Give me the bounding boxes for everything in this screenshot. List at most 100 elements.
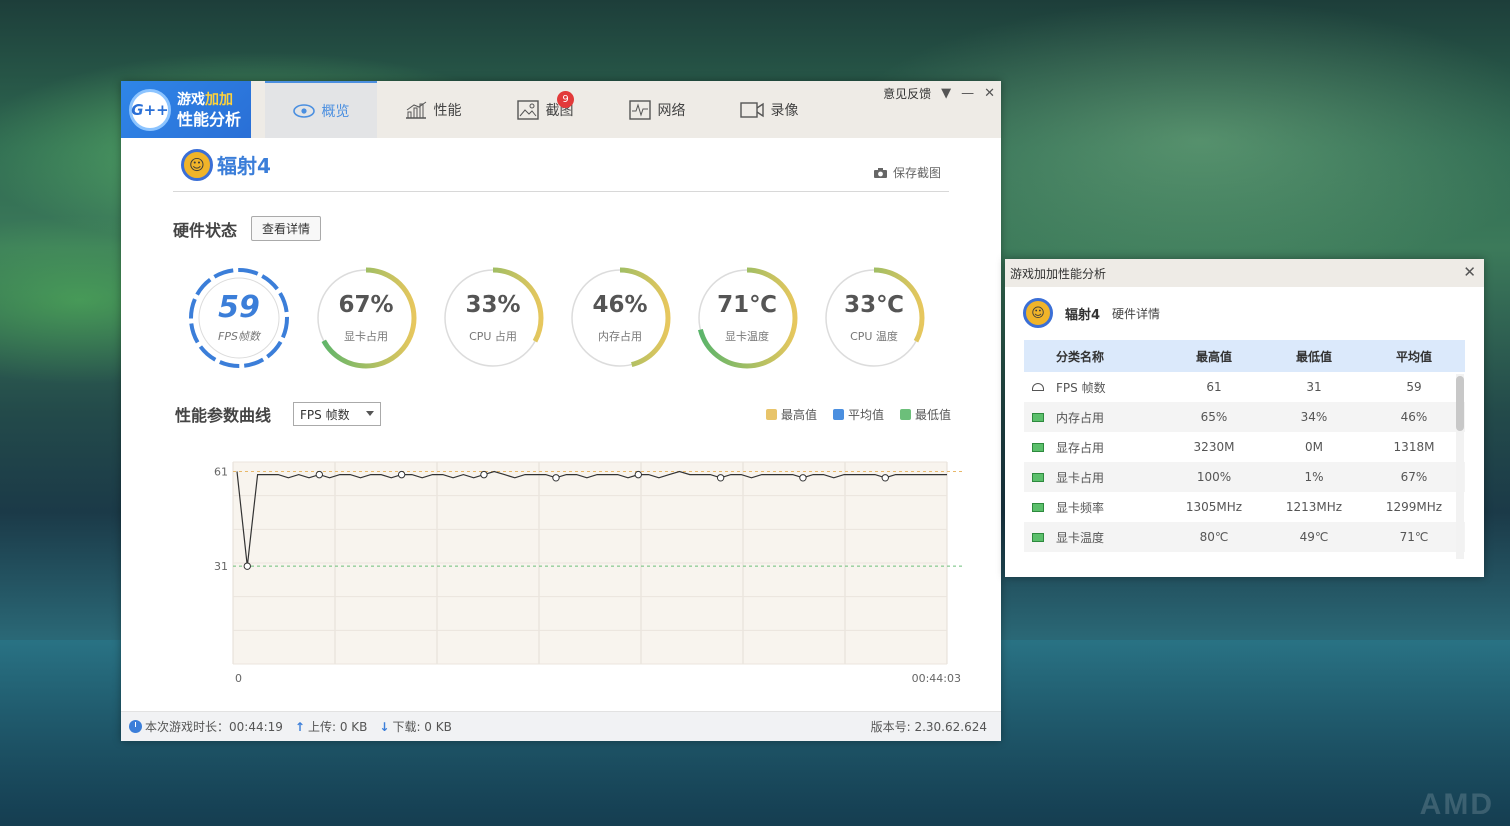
gauge-value: 33℃	[844, 292, 904, 318]
y-tick-label: 31	[214, 560, 228, 573]
gauge-value: 33%	[465, 292, 521, 318]
table-row: 显存占用 3230M 0M 1318M	[1024, 432, 1465, 462]
dropdown-triangle-icon[interactable]: ▼	[941, 86, 951, 101]
logo-text: 游戏加加 性能分析	[177, 91, 241, 129]
minimize-icon[interactable]: —	[961, 86, 974, 101]
gauge-ring	[442, 267, 544, 369]
hardware-details-window: 游戏加加性能分析 ✕ ☺ 辐射4 硬件详情 分类名称 最高值 最低值 平均值 F…	[1005, 259, 1484, 577]
game-avatar-icon: ☺	[1023, 298, 1053, 328]
save-screenshot-button[interactable]: 保存截图	[873, 164, 941, 181]
header-min: 最低值	[1295, 349, 1332, 364]
vram-icon	[1032, 442, 1044, 452]
header-name: 分类名称	[1056, 349, 1105, 364]
gauge-value: 67%	[338, 292, 394, 318]
tab-label: 性能	[433, 102, 462, 119]
overview-content: ☺ 辐射4 保存截图 硬件状态 查看详情 59 FPS帧数 67% 显卡占用 33%…	[173, 138, 963, 685]
download-stat: ↓ 下载: 0 KB	[379, 719, 452, 735]
game-name: 辐射4	[217, 154, 271, 178]
upload-stat: ↑ 上传: 0 KB	[294, 719, 368, 735]
camera-icon	[873, 167, 887, 178]
legend-min: 最低值	[899, 406, 951, 423]
tab-label: 概览	[321, 103, 350, 120]
fps-data-point	[315, 470, 324, 479]
logo-line2: 性能分析	[177, 109, 242, 129]
gpu-icon	[1032, 472, 1044, 482]
metric-select[interactable]: FPS 帧数	[293, 402, 382, 426]
table-row: 显卡占用 100% 1% 67%	[1024, 462, 1465, 492]
play-duration: 本次游戏时长：00:44:19	[129, 718, 283, 735]
close-icon[interactable]: ✕	[1463, 263, 1476, 281]
fps-icon	[1032, 383, 1044, 391]
scrollbar-thumb[interactable]	[1456, 376, 1464, 431]
gauge-label: 显卡占用	[344, 330, 388, 343]
upload-arrow-icon: ↑	[294, 719, 305, 734]
version-label: 版本号: 2.30.62.624	[870, 720, 987, 734]
side-subtitle: 硬件详情	[1112, 306, 1161, 321]
hardware-gauges: 59 FPS帧数 67% 显卡占用 33% CPU 占用 46% 内存占用 71℃ 显卡温度 3…	[187, 266, 947, 374]
legend-avg: 平均值	[832, 406, 884, 423]
hardware-header: 硬件状态 查看详情	[173, 216, 949, 241]
tab-network[interactable]: 网络	[601, 81, 713, 138]
status-bar: 本次游戏时长：00:44:19 ↑ 上传: 0 KB ↓ 下载: 0 KB 版本号:…	[121, 711, 1001, 741]
metric-select-value: FPS 帧数	[300, 407, 350, 422]
gauge-label: 内存占用	[598, 330, 642, 343]
gauge-cpu-usage: 33% CPU 占用	[441, 266, 545, 370]
gauge-gpu-usage: 67% 显卡占用	[314, 266, 418, 370]
gauge-ring	[696, 267, 798, 369]
clock-icon	[129, 720, 142, 733]
view-details-button[interactable]: 查看详情	[251, 216, 322, 241]
pulse-icon	[628, 99, 651, 120]
hardware-title: 硬件状态	[173, 220, 238, 240]
side-game-name: 辐射4	[1065, 307, 1101, 323]
gauge-ring	[315, 267, 417, 369]
tab-recording[interactable]: 录像	[713, 81, 825, 138]
x-end-label: 00:44:03	[912, 672, 961, 685]
perf-header: 性能参数曲线 FPS 帧数 最高值 平均值 最低值	[175, 402, 951, 426]
fps-chart: 61 31 0 00:44:03	[173, 448, 963, 698]
eye-icon	[292, 103, 315, 118]
table-header: 分类名称 最高值 最低值 平均值	[1024, 340, 1465, 372]
download-arrow-icon: ↓	[379, 719, 390, 734]
gpu-icon	[1032, 502, 1044, 512]
header-max: 最高值	[1195, 349, 1232, 364]
table-scrollbar[interactable]	[1456, 374, 1464, 559]
fps-data-point	[881, 474, 889, 482]
save-screenshot-label: 保存截图	[892, 166, 941, 180]
image-icon	[516, 99, 539, 120]
desktop-watermark: AMD	[1419, 788, 1494, 821]
gauge-label: 显卡温度	[725, 330, 769, 343]
logo-badge: G++	[129, 88, 171, 131]
feedback-link[interactable]: 意见反馈	[883, 85, 931, 102]
fps-data-point	[552, 474, 560, 482]
fps-chart-svg: 61 31 0 00:44:03	[214, 461, 963, 685]
game-avatar-icon: ☺	[181, 148, 213, 181]
side-window-title: 游戏加加性能分析	[1010, 266, 1107, 281]
tab-overview[interactable]: 概览	[265, 81, 377, 138]
logo-line1-b: 加加	[205, 91, 233, 108]
tab-bar: 概览 性能 截图 9 网络 录像	[265, 81, 825, 138]
gauge-fps: 59 FPS帧数	[187, 266, 291, 370]
side-title-bar: 游戏加加性能分析 ✕	[1005, 259, 1484, 287]
gauge-label: CPU 温度	[850, 330, 898, 343]
tab-screenshots[interactable]: 截图 9	[489, 81, 601, 138]
gauge-memory-usage: 46% 内存占用	[568, 266, 672, 370]
table-row: 显卡频率 1305MHz 1213MHz 1299MHz	[1024, 492, 1465, 522]
fps-data-point	[243, 562, 251, 570]
tab-label: 录像	[770, 102, 799, 119]
y-tick-label: 61	[214, 465, 228, 478]
fps-data-point	[799, 474, 807, 482]
fps-data-point	[716, 474, 725, 482]
gauge-value: 59	[218, 290, 260, 325]
hardware-table: 分类名称 最高值 最低值 平均值 FPS 帧数 61 31 59 内存占用 65% 34%…	[1024, 340, 1465, 552]
x-start-label: 0	[235, 672, 242, 685]
video-icon	[739, 101, 764, 118]
close-icon[interactable]: ✕	[984, 86, 995, 101]
bar-chart-icon	[405, 101, 426, 119]
table-row: 内存占用 65% 34% 46%	[1024, 402, 1465, 432]
header-avg: 平均值	[1395, 349, 1432, 364]
perf-title: 性能参数曲线	[175, 406, 272, 425]
gauge-value: 71℃	[717, 292, 777, 318]
tab-performance[interactable]: 性能	[377, 81, 489, 138]
fps-data-point	[480, 470, 488, 479]
chart-legend: 最高值 平均值 最低值	[765, 406, 951, 423]
